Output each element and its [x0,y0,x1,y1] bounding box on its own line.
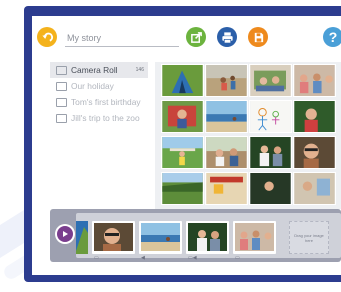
story-title-input[interactable]: My story [65,30,179,47]
storyboard-clip[interactable] [76,221,88,254]
text-note-icon[interactable]: ▭ [235,255,240,261]
photo-thumbnail[interactable] [293,100,336,133]
back-icon [41,32,53,42]
app-screen: My story ? Camera Roll 146 Our holiday T… [32,16,341,275]
album-icon [56,81,67,91]
album-icon [56,65,67,75]
storyboard-clip[interactable]: ▭◀︎ [186,221,229,261]
photo-thumbnail[interactable] [249,100,292,133]
photo-thumbnail[interactable] [161,100,204,133]
album-label: Our holiday [71,81,114,91]
storyboard-clip[interactable]: ▭ [233,221,276,261]
text-note-icon[interactable]: ▭ [94,255,99,261]
photo-thumbnail[interactable] [161,172,204,205]
play-icon [63,231,68,237]
back-button[interactable] [37,27,57,47]
print-icon [221,31,233,43]
photo-thumbnail[interactable] [205,64,248,97]
storyboard-strip: ▭ ◀︎ ▭◀︎ ▭ Drag your image here [76,213,341,261]
text-audio-icon[interactable]: ▭◀︎ [188,255,197,261]
toolbar: My story ? [32,16,341,58]
photo-thumbnail[interactable] [161,136,204,169]
photo-thumbnail[interactable] [293,172,336,205]
photo-thumbnail[interactable] [293,64,336,97]
album-item-camera-roll[interactable]: Camera Roll 146 [50,62,148,78]
photo-thumbnail[interactable] [205,172,248,205]
album-icon [56,97,67,107]
share-button[interactable] [186,27,206,47]
print-button[interactable] [217,27,237,47]
photo-grid [155,62,341,209]
save-icon [254,32,263,42]
album-label: Jill's trip to the zoo [71,113,140,123]
album-list: Camera Roll 146 Our holiday Tom's first … [50,62,148,206]
album-item-jills-trip[interactable]: Jill's trip to the zoo [50,110,148,126]
photo-thumbnail[interactable] [205,136,248,169]
play-button[interactable] [55,224,75,244]
share-icon [190,31,202,43]
album-count: 146 [135,67,144,73]
photo-thumbnail[interactable] [161,64,204,97]
photo-thumbnail[interactable] [249,172,292,205]
photo-thumbnail[interactable] [293,136,336,169]
photo-thumbnail[interactable] [249,136,292,169]
album-icon [56,113,67,123]
album-item-toms-first-birthday[interactable]: Tom's first birthday [50,94,148,110]
photo-thumbnail[interactable] [205,100,248,133]
album-label: Tom's first birthday [71,97,141,107]
help-icon: ? [328,29,338,45]
storyboard-clip[interactable]: ▭ [92,221,135,261]
album-label: Camera Roll [71,65,118,75]
audio-icon[interactable]: ◀︎ [141,255,145,261]
drop-zone[interactable]: Drag your image here [289,221,329,254]
storyboard-timeline: ▭ ◀︎ ▭◀︎ ▭ Drag your image here [50,209,341,262]
storyboard-clip[interactable]: ◀︎ [139,221,182,261]
help-button[interactable]: ? [323,27,341,47]
save-button[interactable] [248,27,268,47]
album-item-our-holiday[interactable]: Our holiday [50,78,148,94]
photo-thumbnail[interactable] [249,64,292,97]
